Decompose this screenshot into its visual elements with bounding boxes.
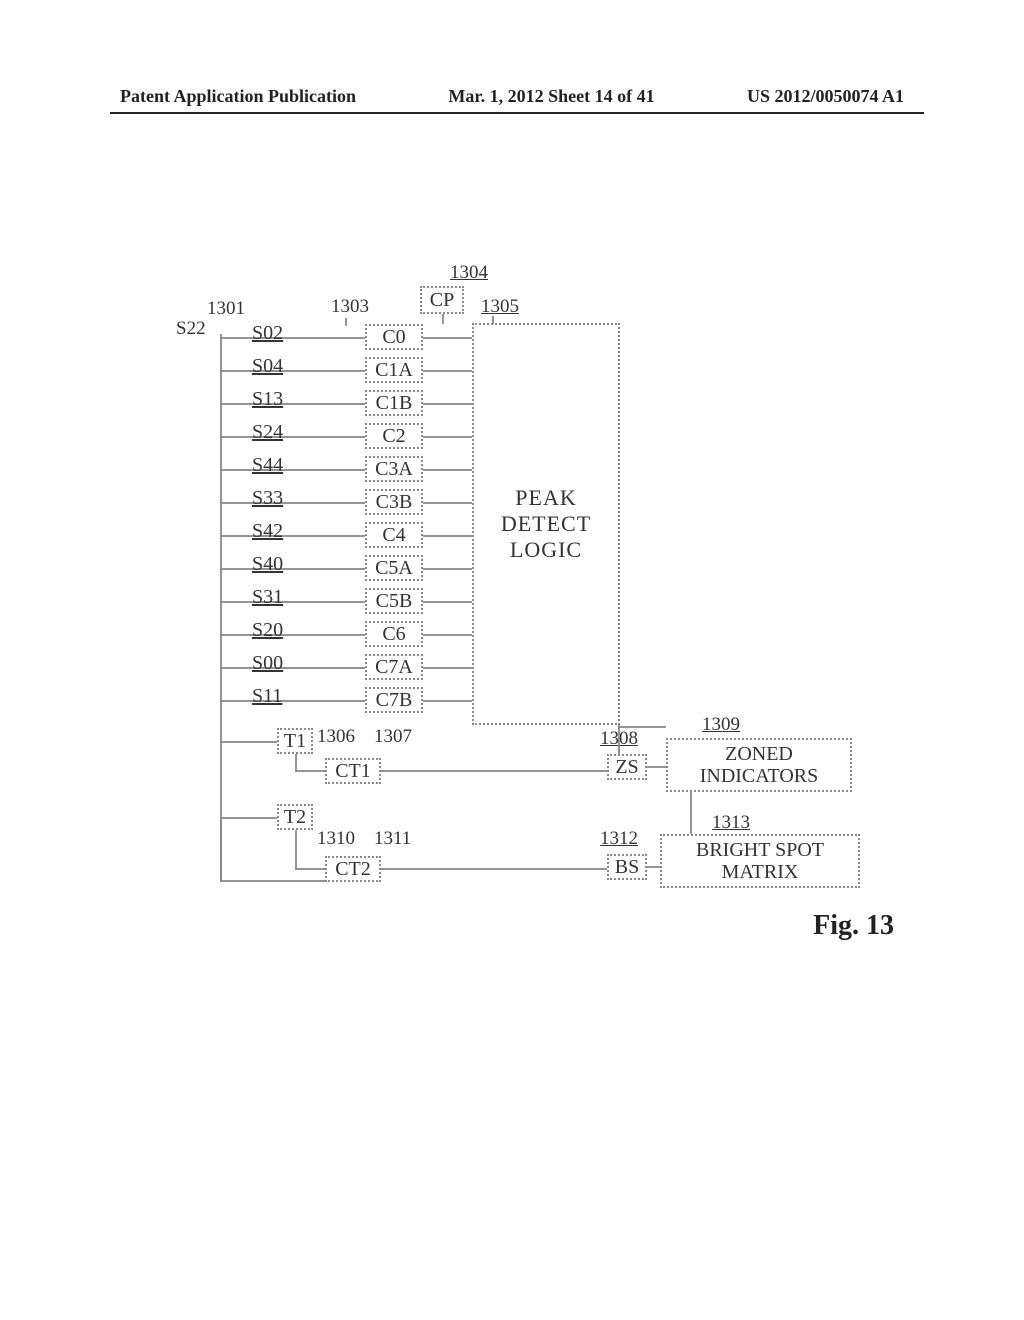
- header-left: Patent Application Publication: [120, 86, 356, 107]
- cmp-7: C5A: [365, 555, 423, 581]
- box-cp: CP: [420, 286, 464, 314]
- cmp-3: C2: [365, 423, 423, 449]
- cmp-11: C7B: [365, 687, 423, 713]
- peak-l3: LOGIC: [510, 537, 582, 563]
- ref-1307: 1307: [374, 726, 412, 748]
- sig-9: S20: [252, 619, 283, 642]
- sig-6: S42: [252, 520, 283, 543]
- sig-0: S02: [252, 322, 283, 345]
- figure-caption: Fig. 13: [813, 910, 894, 942]
- ref-1312: 1312: [600, 828, 638, 850]
- cmp-10: C7A: [365, 654, 423, 680]
- cmp-1: C1A: [365, 357, 423, 383]
- box-t1: T1: [277, 728, 313, 754]
- cmp-4: C3A: [365, 456, 423, 482]
- label-s22: S22: [176, 318, 206, 340]
- cmp-2: C1B: [365, 390, 423, 416]
- box-zoned-indicators: ZONED INDICATORS: [666, 738, 852, 792]
- ref-1313: 1313: [712, 812, 750, 834]
- sig-3: S24: [252, 421, 283, 444]
- cmp-0: C0: [365, 324, 423, 350]
- box-bs: BS: [607, 854, 647, 880]
- sig-1: S04: [252, 355, 283, 378]
- sig-11: S11: [252, 685, 282, 708]
- ref-1309: 1309: [702, 714, 740, 736]
- box-ct2: CT2: [325, 856, 381, 882]
- ref-1301: 1301: [207, 298, 245, 320]
- box-bright-spot-matrix: BRIGHT SPOT MATRIX: [660, 834, 860, 888]
- ref-1303: 1303: [331, 296, 369, 318]
- sig-10: S00: [252, 652, 283, 675]
- cmp-6: C4: [365, 522, 423, 548]
- sig-2: S13: [252, 388, 283, 411]
- cmp-8: C5B: [365, 588, 423, 614]
- ref-1310: 1310: [317, 828, 355, 850]
- peak-detect-logic: PEAK DETECT LOGIC: [472, 323, 620, 725]
- sig-5: S33: [252, 487, 283, 510]
- header-right: US 2012/0050074 A1: [747, 86, 904, 107]
- header-center: Mar. 1, 2012 Sheet 14 of 41: [448, 86, 654, 107]
- sig-8: S31: [252, 586, 283, 609]
- text-cp: CP: [430, 289, 454, 312]
- sig-4: S44: [252, 454, 283, 477]
- ref-1306: 1306: [317, 726, 355, 748]
- block-diagram: 1301 S22 1303 CP 1304 1305 S02 C0 S04 C1…: [170, 266, 870, 906]
- page-header: Patent Application Publication Mar. 1, 2…: [0, 86, 1024, 107]
- ref-1305: 1305: [481, 296, 519, 318]
- cmp-9: C6: [365, 621, 423, 647]
- ref-1304: 1304: [450, 262, 488, 284]
- peak-l1: PEAK: [515, 485, 576, 511]
- cmp-5: C3B: [365, 489, 423, 515]
- box-ct1: CT1: [325, 758, 381, 784]
- header-rule: [110, 112, 924, 114]
- box-t2: T2: [277, 804, 313, 830]
- sig-7: S40: [252, 553, 283, 576]
- box-zs: ZS: [607, 754, 647, 780]
- ref-1311: 1311: [374, 828, 411, 850]
- peak-l2: DETECT: [501, 511, 591, 537]
